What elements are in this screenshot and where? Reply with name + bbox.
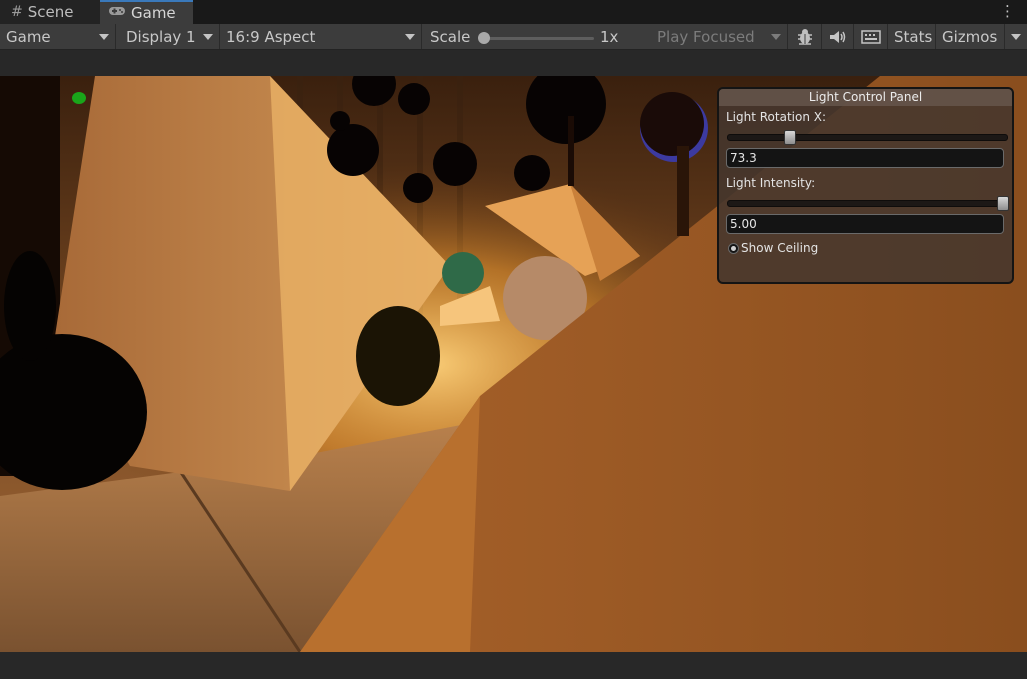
chevron-down-icon bbox=[771, 34, 781, 40]
tab-game-label: Game bbox=[131, 4, 176, 22]
tab-bar: # Scene Game ⋮ bbox=[0, 0, 1027, 24]
light-rotation-slider[interactable] bbox=[727, 130, 1008, 145]
show-ceiling-toggle[interactable] bbox=[728, 243, 739, 254]
bottom-bar bbox=[0, 652, 1027, 679]
keyboard-icon bbox=[861, 29, 881, 44]
gizmos-button[interactable]: Gizmos bbox=[936, 24, 1005, 49]
keyboard-button[interactable] bbox=[854, 24, 888, 49]
light-intensity-slider-handle[interactable] bbox=[997, 196, 1009, 211]
light-intensity-label: Light Intensity: bbox=[726, 176, 816, 190]
bug-icon bbox=[798, 28, 812, 45]
tab-scene-label: Scene bbox=[27, 3, 74, 21]
bug-button[interactable] bbox=[790, 24, 822, 49]
light-rotation-label: Light Rotation X: bbox=[726, 110, 827, 124]
stats-button[interactable]: Stats bbox=[888, 24, 936, 49]
panel-title: Light Control Panel bbox=[719, 89, 1012, 106]
tab-game[interactable]: Game bbox=[100, 0, 193, 24]
display-mode-dropdown[interactable]: Game bbox=[0, 24, 116, 49]
gamepad-icon bbox=[108, 5, 126, 21]
grid-icon: # bbox=[11, 4, 23, 20]
light-control-panel: Light Control Panel Light Rotation X: 73… bbox=[717, 87, 1014, 284]
display-dropdown[interactable]: Display 1 bbox=[120, 24, 220, 49]
aspect-label: 16:9 Aspect bbox=[226, 27, 316, 46]
chevron-down-icon bbox=[405, 34, 415, 40]
chevron-down-icon bbox=[203, 34, 213, 40]
light-rotation-field[interactable]: 73.3 bbox=[726, 148, 1004, 168]
audio-button[interactable] bbox=[822, 24, 854, 49]
gizmos-menu-button[interactable] bbox=[1005, 24, 1027, 49]
play-mode-dropdown[interactable]: Play Focused bbox=[651, 24, 788, 49]
speaker-icon bbox=[830, 30, 846, 43]
chevron-down-icon bbox=[1011, 34, 1021, 40]
scale-slider-track[interactable] bbox=[484, 37, 594, 40]
stats-label: Stats bbox=[894, 27, 933, 46]
scale-label: Scale bbox=[430, 27, 471, 46]
display-mode-label: Game bbox=[6, 27, 51, 46]
display-label: Display 1 bbox=[126, 27, 196, 46]
tab-scene[interactable]: # Scene bbox=[0, 0, 100, 24]
gizmos-label: Gizmos bbox=[942, 27, 998, 46]
scale-value: 1x bbox=[600, 27, 619, 46]
play-mode-label: Play Focused bbox=[657, 27, 755, 46]
light-intensity-slider[interactable] bbox=[727, 196, 1009, 211]
aspect-dropdown[interactable]: 16:9 Aspect bbox=[220, 24, 422, 49]
light-intensity-field[interactable]: 5.00 bbox=[726, 214, 1004, 234]
toolbar-gap bbox=[0, 50, 1027, 76]
chevron-down-icon bbox=[99, 34, 109, 40]
light-rotation-slider-handle[interactable] bbox=[784, 130, 796, 145]
show-ceiling-label: Show Ceiling bbox=[741, 241, 819, 255]
more-options-icon[interactable]: ⋮ bbox=[1000, 2, 1015, 20]
scale-slider-handle[interactable] bbox=[478, 32, 490, 44]
